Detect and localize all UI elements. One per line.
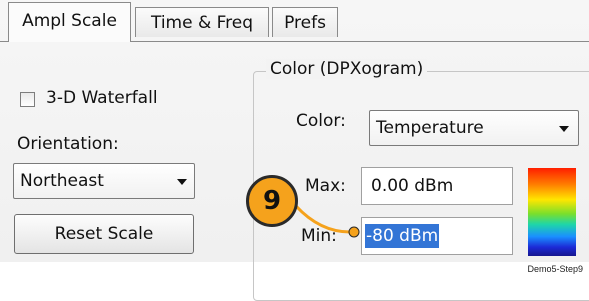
tab-ampl-scale[interactable]: Ampl Scale <box>8 2 131 42</box>
figure-caption: Demo5-Step9 <box>527 264 583 274</box>
step-callout-badge: 9 <box>246 175 298 227</box>
